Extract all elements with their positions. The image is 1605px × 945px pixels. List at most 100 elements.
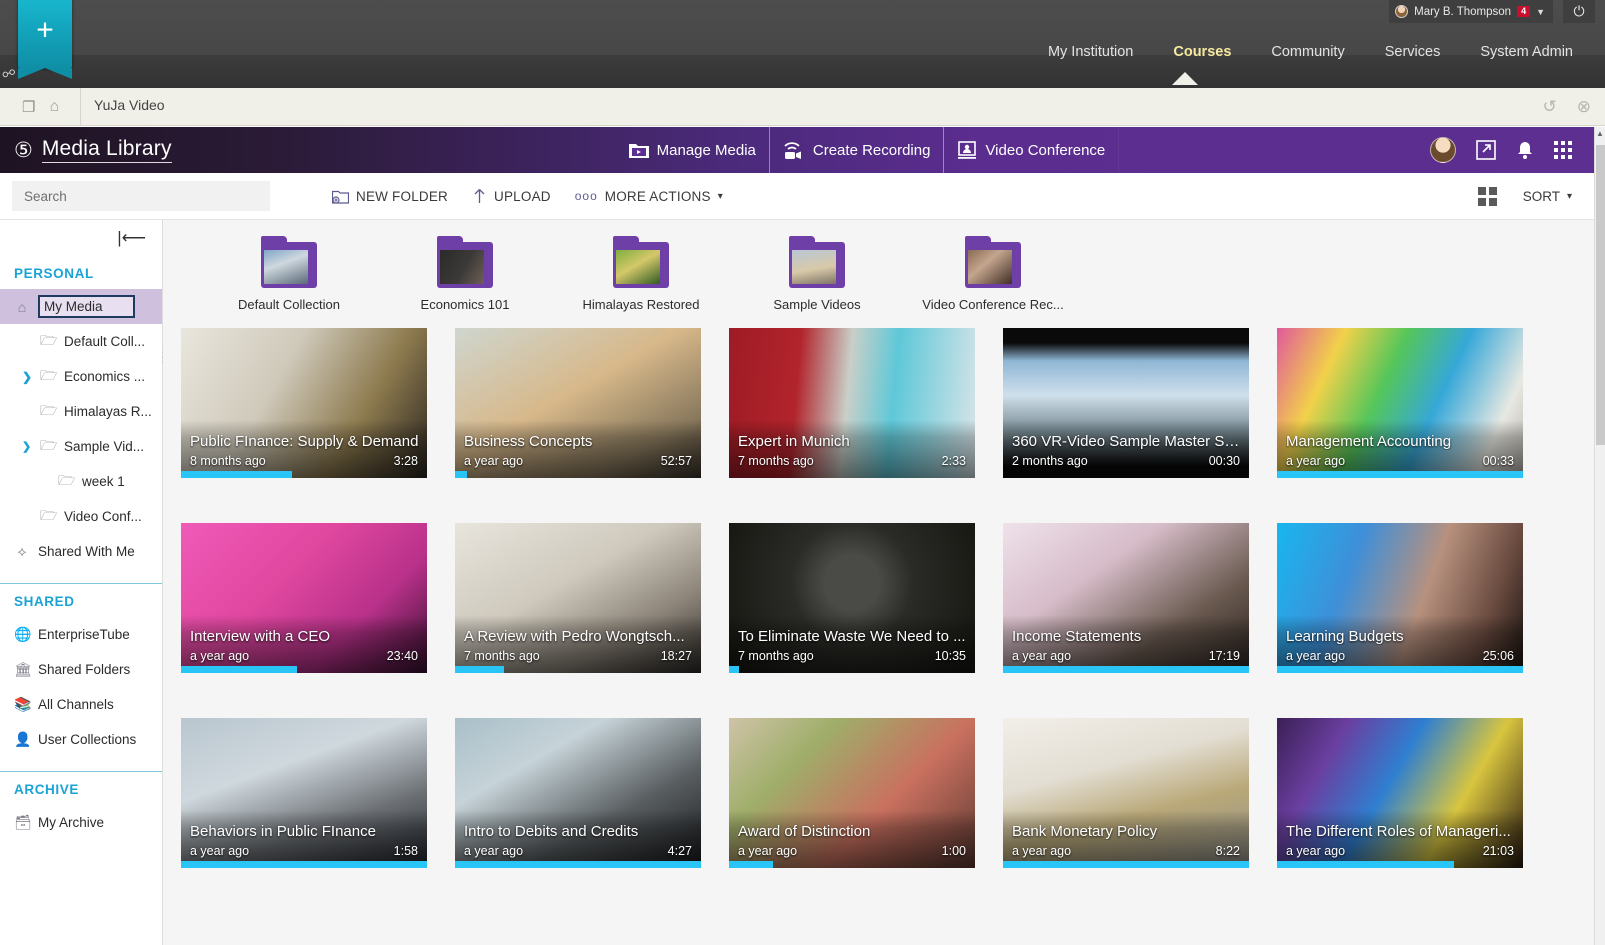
video-card[interactable]: Income Statements a year ago 17:19 — [1003, 523, 1249, 673]
nav-system-admin[interactable]: System Admin — [1478, 42, 1575, 62]
folder-item[interactable]: Default Collection — [201, 236, 377, 312]
video-card[interactable]: The Different Roles of Manageri... a yea… — [1277, 718, 1523, 868]
video-duration: 00:33 — [1482, 454, 1514, 468]
home-icon[interactable]: ⌂ — [49, 98, 59, 116]
chevron-down-icon[interactable]: ▼ — [1536, 7, 1545, 17]
folder-label: Himalayas Restored — [582, 297, 700, 312]
sidebar-item-all-channels[interactable]: 📚 All Channels — [0, 687, 162, 722]
avatar — [1395, 5, 1409, 18]
sidebar-item-shared-folders[interactable]: 🏛 Shared Folders — [0, 652, 162, 687]
watch-progress-bar — [1003, 666, 1249, 673]
media-library-logo[interactable]: ⑤ Media Library — [0, 137, 172, 163]
chevron-down-icon[interactable]: ❯ — [22, 440, 31, 453]
watch-progress-bar — [181, 471, 292, 478]
sidebar-item-himalayas[interactable]: 🗁 Himalayas R... — [0, 394, 162, 429]
video-card[interactable]: Intro to Debits and Credits a year ago 4… — [455, 718, 701, 868]
grid-view-toggle[interactable] — [1477, 186, 1497, 206]
video-date: 7 months ago — [738, 649, 814, 663]
profile-avatar[interactable] — [1430, 137, 1456, 163]
folder-item[interactable]: Video Conference Rec... — [905, 236, 1081, 312]
manage-media-button[interactable]: Manage Media — [616, 127, 769, 173]
folder-icon: 🗁 — [40, 436, 58, 453]
bell-icon[interactable] — [1516, 140, 1534, 160]
paperclip-icon: ☍ — [0, 64, 17, 83]
sidebar-item-sample-videos[interactable]: ❯ 🗁 Sample Vid... — [0, 429, 162, 464]
video-card[interactable]: Learning Budgets a year ago 25:06 — [1277, 523, 1523, 673]
create-recording-icon — [784, 141, 801, 159]
more-actions-button[interactable]: ooo MORE ACTIONS ▾ — [575, 189, 723, 204]
sort-button[interactable]: SORT ▾ — [1523, 189, 1572, 204]
video-title: Bank Monetary Policy — [1012, 823, 1158, 840]
video-card[interactable]: Interview with a CEO a year ago 23:40 — [181, 523, 427, 673]
sidebar-item-economics[interactable]: ❯ 🗁 Economics ... — [0, 359, 162, 394]
video-card[interactable]: Bank Monetary Policy a year ago 8:22 — [1003, 718, 1249, 868]
sidebar-item-label: User Collections — [38, 732, 137, 747]
user-icon: 👤 — [14, 731, 32, 747]
sidebar-item-video-conference[interactable]: 🗁 Video Conf... — [0, 499, 162, 534]
create-recording-button[interactable]: Create Recording — [768, 127, 944, 173]
video-card[interactable]: Award of Distinction a year ago 1:00 — [729, 718, 975, 868]
nav-community[interactable]: Community — [1269, 42, 1346, 62]
sidebar-item-my-media[interactable]: ⌂ My Media — [0, 289, 162, 324]
collapse-sidebar-icon[interactable]: |⟵ — [117, 228, 146, 248]
lms-main-nav: My Institution Courses Community Service… — [1046, 42, 1575, 62]
video-card[interactable]: 360 VR-Video Sample Master Se... 2 month… — [1003, 328, 1249, 478]
video-duration: 10:35 — [934, 649, 966, 663]
video-title: Management Accounting — [1286, 433, 1452, 450]
user-menu[interactable]: Mary B. Thompson 4 ▼ — [1389, 0, 1553, 23]
folder-icon: 🗁 — [40, 506, 58, 523]
video-card[interactable]: Behaviors in Public FInance a year ago 1… — [181, 718, 427, 868]
scroll-up-arrow[interactable]: ▲ — [1596, 129, 1604, 138]
video-title: 360 VR-Video Sample Master Se... — [1012, 433, 1241, 450]
folder-item[interactable]: Sample Videos — [729, 236, 905, 312]
video-duration: 4:27 — [667, 844, 692, 858]
folder-label: Economics 101 — [420, 297, 510, 312]
sidebar-item-default-collection[interactable]: 🗁 Default Coll... — [0, 324, 162, 359]
new-folder-button[interactable]: NEW FOLDER — [332, 189, 448, 204]
sidebar-section-archive: ARCHIVE — [14, 782, 79, 797]
app-header-right — [1430, 137, 1594, 163]
sidebar-item-my-archive[interactable]: 🗃 My Archive — [0, 805, 162, 840]
logout-button[interactable]: ⏻ — [1563, 0, 1595, 23]
plus-icon: + — [36, 13, 54, 47]
window-icon[interactable]: ❐ — [22, 98, 35, 116]
sidebar-item-shared-with-me[interactable]: ⟡ Shared With Me — [0, 534, 162, 569]
page-scrollbar[interactable]: ▲ — [1594, 127, 1605, 945]
sidebar: |⟵ PERSONAL ⌂ My Media 🗁 Default Coll...… — [0, 220, 163, 945]
nav-my-institution[interactable]: My Institution — [1046, 42, 1135, 62]
sidebar-item-user-collections[interactable]: 👤 User Collections — [0, 722, 162, 757]
video-card[interactable]: Public FInance: Supply & Demand 8 months… — [181, 328, 427, 478]
upload-button[interactable]: UPLOAD — [472, 188, 551, 204]
video-card[interactable]: Management Accounting a year ago 00:33 — [1277, 328, 1523, 478]
scrollbar-thumb[interactable] — [1596, 145, 1605, 445]
notification-badge[interactable]: 4 — [1517, 5, 1531, 18]
video-card[interactable]: To Eliminate Waste We Need to ... 7 mont… — [729, 523, 975, 673]
video-date: a year ago — [1286, 844, 1346, 858]
video-card[interactable]: Business Concepts a year ago 52:57 — [455, 328, 701, 478]
apps-grid-icon[interactable] — [1554, 141, 1572, 159]
external-link-icon[interactable] — [1476, 140, 1496, 160]
video-card[interactable]: Expert in Munich 7 months ago 2:33 — [729, 328, 975, 478]
nav-courses[interactable]: Courses — [1171, 42, 1233, 62]
refresh-icon[interactable]: ↺ — [1543, 97, 1557, 117]
folder-icon: 🗁 — [40, 366, 58, 383]
more-actions-label: MORE ACTIONS — [604, 188, 711, 204]
chevron-down-icon: ▾ — [1566, 190, 1572, 202]
sidebar-item-label: Shared Folders — [38, 662, 131, 677]
search-input[interactable] — [12, 181, 270, 211]
add-module-tab[interactable]: + — [18, 0, 72, 79]
video-card[interactable]: A Review with Pedro Wongtsch... 7 months… — [455, 523, 701, 673]
folder-item[interactable]: Economics 101 — [377, 236, 553, 312]
create-recording-label: Create Recording — [812, 141, 931, 159]
nav-services[interactable]: Services — [1383, 42, 1443, 62]
watch-progress-bar — [729, 861, 774, 868]
sidebar-item-week-1[interactable]: 🗁 week 1 — [0, 464, 162, 499]
video-date: 2 months ago — [1012, 454, 1088, 468]
video-conference-button[interactable]: Video Conference — [943, 127, 1120, 173]
folder-item[interactable]: Himalayas Restored — [553, 236, 729, 312]
sidebar-item-enterprisetube[interactable]: 🌐 EnterpriseTube — [0, 617, 162, 652]
video-title: To Eliminate Waste We Need to ... — [738, 628, 966, 645]
close-icon[interactable]: ⊗ — [1577, 97, 1591, 117]
folder-icon — [789, 236, 845, 288]
chevron-right-icon[interactable]: ❯ — [22, 370, 32, 384]
